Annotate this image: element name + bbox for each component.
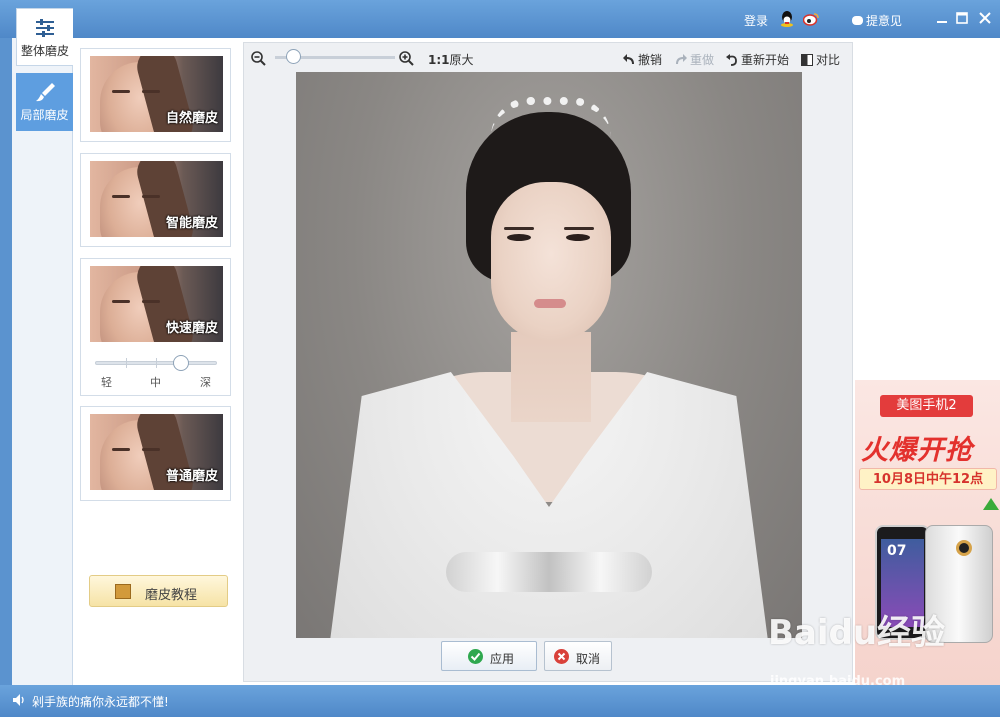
strength-slider-handle[interactable] [173,355,189,371]
undo-label: 撤销 [638,53,663,67]
tab-overall-smoothing[interactable]: 整体磨皮 [16,8,73,66]
preset-natural[interactable]: 自然磨皮 [80,48,231,142]
checkmark-icon [468,649,483,664]
tiara [491,97,611,137]
status-message: 剁手族的痛你永远都不懂! [32,695,169,709]
zoom-out-icon[interactable] [251,51,266,66]
photo-canvas[interactable] [296,72,802,638]
ratio-label: 原大 [449,53,474,67]
tab-local-smoothing[interactable]: 局部磨皮 [16,73,73,131]
cancel-button[interactable]: 取消 [544,641,612,671]
ad-headline: 火爆开抢 [861,435,973,466]
maximize-icon[interactable] [955,11,969,25]
preset-thumbnail: 自然磨皮 [90,56,223,132]
close-icon[interactable] [978,11,992,25]
compare-label: 对比 [816,53,841,67]
feedback-label: 提意见 [866,14,903,28]
sliders-icon [36,19,54,37]
strength-slider-track[interactable] [95,358,217,368]
redo-button[interactable]: 重做 [675,51,714,68]
cancel-label: 取消 [576,652,601,666]
chat-bubble-icon [852,16,863,25]
preset-label: 普通磨皮 [165,469,218,484]
preset-label: 自然磨皮 [165,111,218,126]
compare-button[interactable]: 对比 [801,51,840,68]
restart-icon [726,53,737,66]
actual-size-button[interactable]: 1:1原大 [428,51,474,68]
preset-label: 智能磨皮 [165,216,218,231]
status-bar: 剁手族的痛你永远都不懂! [0,685,1000,717]
brush-icon [35,83,55,102]
feedback-button[interactable]: 提意见 [852,12,902,29]
tutorial-button[interactable]: 磨皮教程 [89,575,228,607]
redo-label: 重做 [690,53,715,67]
preset-smart[interactable]: 智能磨皮 [80,153,231,247]
ad-date: 10月8日中午12点 [859,468,997,490]
tab-label: 整体磨皮 [20,44,69,58]
qq-icon[interactable] [780,11,794,27]
ratio-value: 1:1 [428,53,450,67]
cancel-x-icon [554,649,569,664]
left-nav [12,38,73,685]
zoom-slider-handle[interactable] [286,49,301,64]
title-bar: 秀 磨皮 登录 提意见 [0,0,1000,38]
level-medium: 中 [150,376,161,389]
apply-button[interactable]: 应用 [441,641,537,671]
level-deep: 深 [200,376,211,389]
redo-icon [676,53,687,64]
tab-label: 局部磨皮 [20,108,69,122]
preset-quick[interactable]: 快速磨皮 轻 中 深 [80,258,231,396]
apply-label: 应用 [490,652,515,666]
speaker-icon [13,694,24,706]
watermark: Baidu经验 [768,613,946,653]
compare-icon [801,53,813,66]
zoom-in-icon[interactable] [399,51,414,66]
book-icon [115,584,131,599]
arrow-icon [983,498,999,510]
undo-icon [623,53,634,64]
minimize-icon[interactable] [935,11,949,25]
login-link[interactable]: 登录 [744,12,768,29]
preset-normal[interactable]: 普通磨皮 [80,406,231,501]
level-light: 轻 [101,376,112,389]
restart-label: 重新开始 [741,53,790,67]
preset-thumbnail: 智能磨皮 [90,161,223,237]
preset-thumbnail: 普通磨皮 [90,414,223,490]
ad-model-name: 美图手机2 [880,395,973,417]
weibo-icon[interactable] [803,12,819,26]
camera-lens-icon [956,540,972,556]
undo-button[interactable]: 撤销 [623,51,662,68]
tutorial-label: 磨皮教程 [145,588,198,603]
restart-button[interactable]: 重新开始 [726,51,789,68]
phone-clock: 07 [887,543,907,559]
preset-thumbnail: 快速磨皮 [90,266,223,342]
preset-label: 快速磨皮 [165,321,218,336]
